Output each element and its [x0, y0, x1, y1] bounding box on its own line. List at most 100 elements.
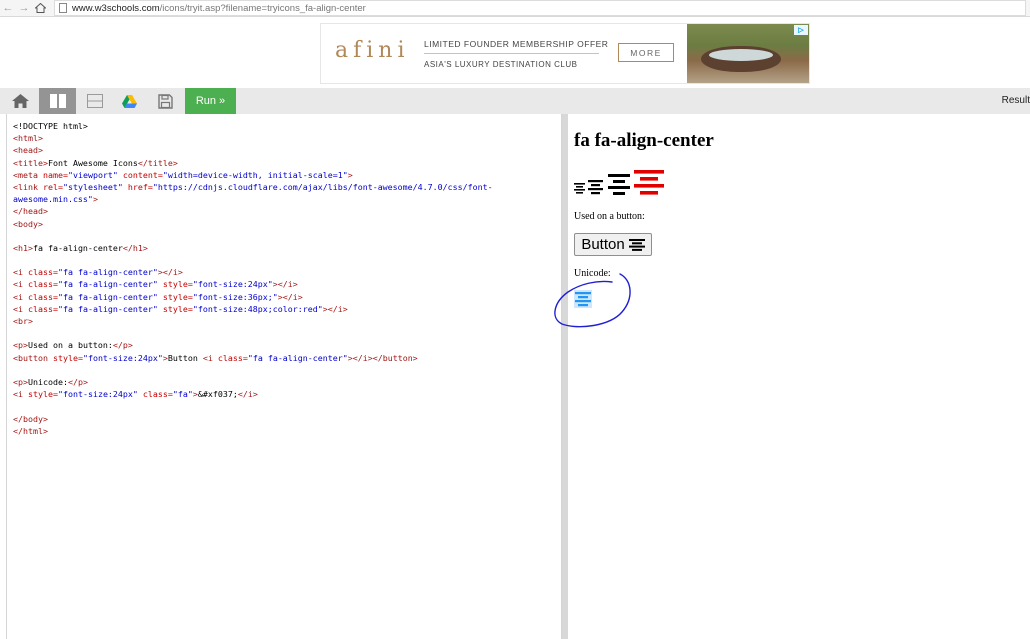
- code-token: Button: [167, 352, 203, 363]
- code-token: "fa fa-align-center": [57, 303, 158, 314]
- align-center-icon-24px: [588, 180, 603, 195]
- code-token: <title>: [13, 157, 48, 168]
- ad-subline: ASIA'S LUXURY DESTINATION CLUB: [424, 60, 578, 69]
- code-token: href=: [122, 181, 153, 192]
- code-token: <html>: [13, 133, 43, 144]
- code-token: <p>: [13, 340, 28, 351]
- two-columns-layout-button[interactable]: [39, 88, 76, 114]
- code-token: "font-size:24px": [192, 279, 273, 290]
- browser-address-bar: ← → www.w3schools.com/icons/tryit.asp?fi…: [0, 0, 1030, 17]
- tryit-toolbar: Run » Result: [0, 88, 1030, 114]
- code-token: rel=: [42, 181, 63, 192]
- code-token: </body>: [13, 413, 48, 424]
- two-rows-layout-button[interactable]: [80, 88, 110, 114]
- code-token: </p>: [67, 376, 88, 387]
- code-token: ></i>: [277, 291, 303, 302]
- code-line[interactable]: <i class="fa fa-align-center" style="fon…: [13, 291, 561, 303]
- align-center-icon: [628, 238, 645, 251]
- google-drive-icon: [121, 94, 137, 108]
- code-token: <i: [13, 291, 28, 302]
- code-token: >: [347, 169, 353, 180]
- code-line[interactable]: <i style="font-size:24px" class="fa">&#x…: [13, 388, 561, 400]
- code-line[interactable]: <link rel="stylesheet" href="https://cdn…: [13, 181, 561, 193]
- code-line[interactable]: [13, 400, 561, 412]
- code-line[interactable]: <body>: [13, 218, 561, 230]
- run-button[interactable]: Run »: [185, 88, 236, 114]
- code-token: class=: [137, 389, 173, 400]
- code-line[interactable]: <html>: [13, 132, 561, 144]
- adchoices-icon[interactable]: ▷: [794, 25, 808, 35]
- code-token: <body>: [13, 218, 43, 229]
- code-token: "fa": [172, 389, 193, 400]
- code-token: class=: [28, 303, 58, 314]
- code-line[interactable]: <p>Unicode:</p>: [13, 376, 561, 388]
- code-token: ></i>: [322, 303, 348, 314]
- code-line[interactable]: [13, 254, 561, 266]
- browser-home-icon[interactable]: [32, 1, 48, 15]
- code-token: <i: [13, 303, 28, 314]
- code-token: <i: [202, 352, 218, 363]
- code-line[interactable]: <title>Font Awesome Icons</title>: [13, 157, 561, 169]
- code-line[interactable]: <h1>fa fa-align-center</h1>: [13, 242, 561, 254]
- code-token: "fa fa-align-center": [57, 267, 158, 278]
- code-line[interactable]: <meta name="viewport" content="width=dev…: [13, 169, 561, 181]
- code-token: content=: [117, 169, 163, 180]
- google-drive-button[interactable]: [114, 88, 144, 114]
- page-icon: [59, 3, 67, 13]
- code-line[interactable]: <head>: [13, 144, 561, 156]
- demo-button[interactable]: Button: [574, 233, 652, 256]
- code-line[interactable]: </html>: [13, 425, 561, 437]
- forward-arrow-icon[interactable]: →: [16, 1, 32, 15]
- ad-divider: [424, 53, 599, 54]
- code-line[interactable]: <i class="fa fa-align-center"></i>: [13, 266, 561, 278]
- ad-brand: afini: [335, 38, 410, 63]
- code-token: Used on a button:: [28, 340, 113, 351]
- align-center-icon-48px-red: [634, 170, 664, 195]
- code-line[interactable]: [13, 364, 561, 376]
- ad-photo: [687, 24, 809, 83]
- code-token: <i: [13, 389, 28, 400]
- code-line[interactable]: <!DOCTYPE html>: [13, 120, 561, 132]
- code-line[interactable]: [13, 230, 561, 242]
- code-token: fa fa-align-center: [32, 242, 123, 253]
- url-domain: www.w3schools.com: [72, 2, 160, 14]
- code-token: <p>: [13, 376, 28, 387]
- code-line[interactable]: <p>Used on a button:</p>: [13, 339, 561, 351]
- result-pane: fa fa-align-center Used on a button: But…: [568, 114, 1030, 639]
- code-token: </head>: [13, 206, 48, 217]
- code-line[interactable]: <br>: [13, 315, 561, 327]
- code-token: "fa fa-align-center": [57, 279, 158, 290]
- code-token: "viewport": [67, 169, 118, 180]
- code-line[interactable]: [13, 327, 561, 339]
- code-line[interactable]: </body>: [13, 413, 561, 425]
- code-token: </html>: [13, 425, 48, 436]
- save-icon: [157, 93, 173, 109]
- code-token: </i>: [237, 389, 258, 400]
- align-center-icons-row: [574, 170, 674, 196]
- code-token: "font-size:48px;color:red": [192, 303, 323, 314]
- code-line[interactable]: awesome.min.css">: [13, 193, 561, 205]
- result-label: Result: [1001, 95, 1030, 106]
- code-editor[interactable]: <!DOCTYPE html> <html> <head> <title>Font A…: [6, 114, 562, 639]
- align-center-icon: [574, 183, 585, 194]
- back-arrow-icon[interactable]: ←: [0, 1, 16, 15]
- save-button[interactable]: [150, 88, 180, 114]
- code-token: ></i>: [272, 279, 298, 290]
- two-columns-layout-icon: [49, 94, 66, 108]
- advertisement-banner[interactable]: afini LIMITED FOUNDER MEMBERSHIP OFFER A…: [320, 23, 810, 84]
- code-line[interactable]: <button style="font-size:24px">Button <i…: [13, 352, 561, 364]
- code-line[interactable]: <i class="fa fa-align-center" style="fon…: [13, 303, 561, 315]
- code-token: <i: [13, 267, 28, 278]
- code-line[interactable]: <i class="fa fa-align-center" style="fon…: [13, 278, 561, 290]
- code-token: <button: [13, 352, 53, 363]
- code-token: awesome.min.css": [13, 194, 93, 205]
- code-line[interactable]: </head>: [13, 205, 561, 217]
- code-token: <br>: [13, 316, 33, 326]
- home-button[interactable]: [5, 88, 35, 114]
- code-token: "font-size:24px": [57, 389, 138, 400]
- code-token: <meta: [13, 169, 43, 180]
- ad-more-button[interactable]: MORE: [618, 43, 674, 62]
- url-input[interactable]: www.w3schools.com/icons/tryit.asp?filena…: [54, 0, 1026, 16]
- code-token: style=: [52, 352, 83, 363]
- code-token: "width=device-width, initial-scale=1": [162, 169, 348, 180]
